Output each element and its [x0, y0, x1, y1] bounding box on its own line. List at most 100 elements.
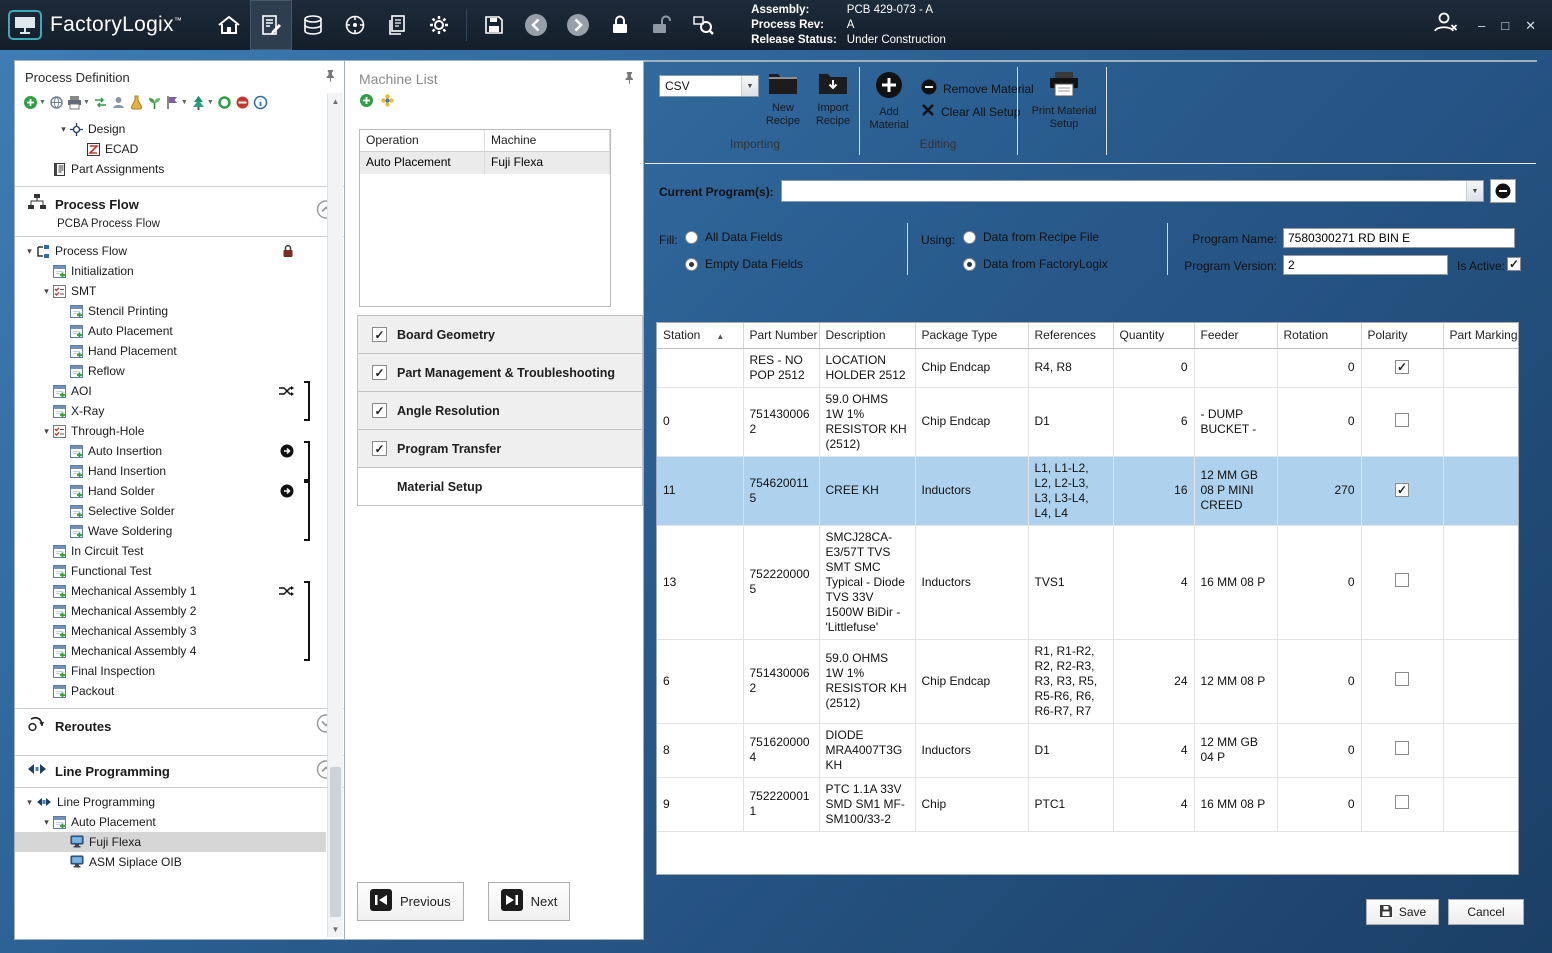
- print-material-setup-button[interactable]: Print Material Setup: [1029, 71, 1099, 131]
- previous-button[interactable]: Previous: [357, 882, 464, 921]
- tree-item-ecad[interactable]: ECAD: [15, 139, 326, 159]
- tree-item-final-inspection[interactable]: Final Inspection: [15, 661, 326, 681]
- expander-icon[interactable]: ▾: [57, 124, 70, 135]
- material-row[interactable]: RES - NO POP 2512LOCATION HOLDER 2512Chi…: [657, 348, 1519, 387]
- user-icon[interactable]: [111, 95, 126, 110]
- tree-item-selective-solder[interactable]: Selective Solder: [15, 501, 326, 521]
- column-header-description[interactable]: Description: [819, 323, 915, 348]
- tree-item-through-hole[interactable]: ▾Through-Hole: [15, 421, 326, 441]
- tab-program-transfer[interactable]: Program Transfer: [357, 429, 643, 468]
- polarity-checkbox[interactable]: [1395, 483, 1409, 497]
- column-header-operation[interactable]: Operation: [360, 130, 485, 151]
- flask-icon[interactable]: [129, 95, 144, 110]
- forward-icon[interactable]: [557, 0, 599, 50]
- radio-empty-data-fields[interactable]: Empty Data Fields: [685, 257, 803, 271]
- tree-item-part-assignments[interactable]: Part Assignments: [15, 159, 326, 179]
- expander-icon[interactable]: ▾: [23, 797, 36, 808]
- tab-part-management-troubleshooting[interactable]: Part Management & Troubleshooting: [357, 353, 643, 392]
- tree-item-mechanical-assembly-2[interactable]: Mechanical Assembly 2: [15, 601, 326, 621]
- audit-icon[interactable]: [683, 0, 725, 50]
- polarity-checkbox[interactable]: [1395, 672, 1409, 686]
- tree-item-fuji-flexa[interactable]: Fuji Flexa: [15, 832, 326, 852]
- tree-item-packout[interactable]: Packout: [15, 681, 326, 701]
- expander-icon[interactable]: ▾: [40, 426, 53, 437]
- flag-icon[interactable]: ▼: [165, 95, 188, 110]
- scrollbar-thumb[interactable]: [330, 767, 341, 917]
- radio-data-from-recipe-file[interactable]: Data from Recipe File: [963, 230, 1099, 244]
- home-icon[interactable]: [208, 0, 250, 50]
- tree-item-reflow[interactable]: Reflow: [15, 361, 326, 381]
- tree-item-line-programming[interactable]: ▾Line Programming: [15, 792, 326, 812]
- column-header-references[interactable]: References: [1028, 323, 1113, 348]
- tab-angle-resolution[interactable]: Angle Resolution: [357, 391, 643, 430]
- column-header-polarity[interactable]: Polarity: [1361, 323, 1443, 348]
- save-button[interactable]: Save: [1366, 899, 1439, 925]
- tree-item-functional-test[interactable]: Functional Test: [15, 561, 326, 581]
- unlock-icon[interactable]: [641, 0, 683, 50]
- clear-all-setup-button[interactable]: Clear All Setup: [921, 103, 1020, 120]
- chevron-down-icon[interactable]: ▼: [207, 99, 214, 106]
- material-row[interactable]: 6751430006259.0 OHMS 1W 1% RESISTOR KH (…: [657, 639, 1519, 723]
- radio-icon[interactable]: [963, 231, 976, 244]
- column-header-feeder[interactable]: Feeder: [1194, 323, 1277, 348]
- column-header-machine[interactable]: Machine: [485, 130, 610, 151]
- program-name-input[interactable]: [1283, 228, 1515, 248]
- polarity-checkbox[interactable]: [1395, 360, 1409, 374]
- scroll-up-icon[interactable]: ▲: [328, 93, 343, 109]
- back-icon[interactable]: [515, 0, 557, 50]
- settings-icon[interactable]: [418, 0, 460, 50]
- next-button[interactable]: Next: [488, 882, 571, 921]
- chevron-down-icon[interactable]: ▼: [39, 99, 46, 106]
- new-recipe-button[interactable]: New Recipe: [759, 71, 807, 128]
- tab-checkbox[interactable]: [372, 441, 387, 456]
- reroutes-section[interactable]: Reroutes: [15, 708, 344, 743]
- machine-row[interactable]: Auto Placement Fuji Flexa: [360, 152, 610, 174]
- tab-checkbox[interactable]: [372, 365, 387, 380]
- tree-item-smt[interactable]: ▾SMT: [15, 281, 326, 301]
- tree-item-stencil-printing[interactable]: Stencil Printing: [15, 301, 326, 321]
- chevron-down-icon[interactable]: ▼: [181, 99, 188, 106]
- column-header-part-marking[interactable]: Part Marking: [1443, 323, 1519, 348]
- user-account-icon[interactable]: [1432, 10, 1460, 41]
- material-row[interactable]: 97522200011PTC 1.1A 33V SMD SM1 MF-SM100…: [657, 777, 1519, 831]
- documents-icon[interactable]: [376, 0, 418, 50]
- tree-item-wave-soldering[interactable]: Wave Soldering: [15, 521, 326, 541]
- minimize-button[interactable]: –: [1478, 18, 1485, 34]
- tab-board-geometry[interactable]: Board Geometry: [357, 315, 643, 354]
- lock-icon[interactable]: [599, 0, 641, 50]
- column-header-part-number[interactable]: Part Number: [743, 323, 819, 348]
- column-header-rotation[interactable]: Rotation: [1277, 323, 1361, 348]
- close-button[interactable]: ✕: [1525, 18, 1536, 34]
- radio-all-data-fields[interactable]: All Data Fields: [685, 230, 782, 244]
- add-icon[interactable]: ▼: [23, 95, 46, 110]
- tree-item-process-flow[interactable]: ▾Process Flow: [15, 241, 326, 261]
- radio-icon[interactable]: [685, 231, 698, 244]
- expander-icon[interactable]: ▾: [40, 286, 53, 297]
- radio-data-from-factorylogix[interactable]: Data from FactoryLogix: [963, 257, 1108, 271]
- settings-flower-icon[interactable]: [380, 93, 395, 113]
- material-row[interactable]: 87516200004DIODE MRA4007T3G KHInductorsD…: [657, 723, 1519, 777]
- polarity-checkbox[interactable]: [1395, 573, 1409, 587]
- tree-item-hand-solder[interactable]: Hand Solder: [15, 481, 326, 501]
- chevron-down-icon[interactable]: ▼: [83, 99, 90, 106]
- tree-item-auto-placement[interactable]: ▾Auto Placement: [15, 812, 326, 832]
- import-recipe-button[interactable]: Import Recipe: [809, 71, 857, 128]
- info-icon[interactable]: [253, 95, 268, 110]
- radio-icon[interactable]: [963, 258, 976, 271]
- cancel-button[interactable]: Cancel: [1448, 899, 1524, 925]
- add-icon[interactable]: [359, 93, 374, 113]
- vertical-scrollbar[interactable]: ▲ ▼: [327, 93, 343, 937]
- material-row[interactable]: 137522200005SMCJ28CA-E3/57T TVS SMT SMC …: [657, 525, 1519, 639]
- process-flow-section[interactable]: Process Flow PCBA Process Flow: [15, 186, 344, 237]
- program-version-input[interactable]: [1283, 255, 1448, 275]
- tree-item-hand-insertion[interactable]: Hand Insertion: [15, 461, 326, 481]
- chevron-down-icon[interactable]: ▼: [1466, 181, 1483, 201]
- tree-item-mechanical-assembly-3[interactable]: Mechanical Assembly 3: [15, 621, 326, 641]
- plant-icon[interactable]: [147, 95, 162, 110]
- column-header-package-type[interactable]: Package Type: [915, 323, 1028, 348]
- tree-item-initialization[interactable]: Initialization: [15, 261, 326, 281]
- pin-icon[interactable]: [623, 71, 635, 87]
- record-icon[interactable]: [217, 95, 232, 110]
- transfer-icon[interactable]: [93, 95, 108, 110]
- is-active-checkbox[interactable]: [1507, 257, 1521, 271]
